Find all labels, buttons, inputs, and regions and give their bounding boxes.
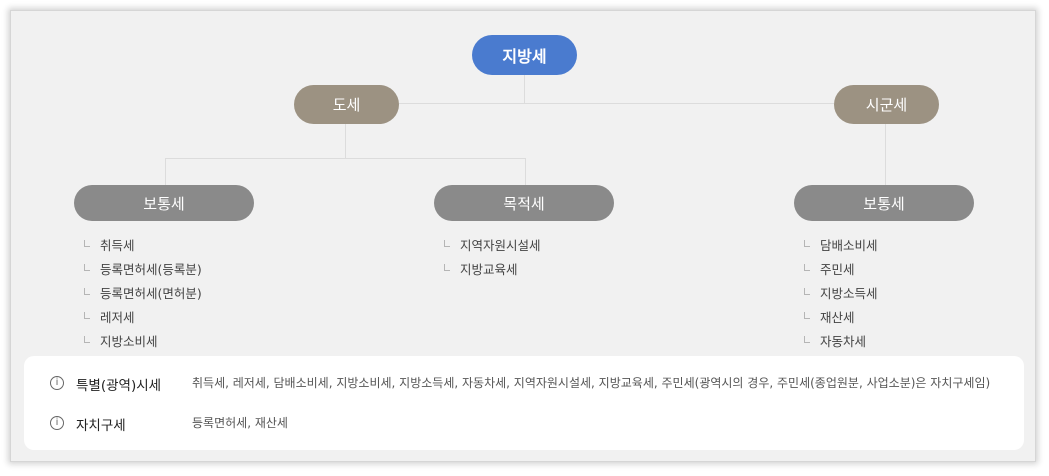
info-icon: i (50, 416, 64, 430)
list-item: 담배소비세 (804, 234, 878, 258)
list-item: 지방교육세 (444, 258, 541, 282)
list-item: 등록면허세(등록분) (84, 258, 202, 282)
list-item: 취득세 (84, 234, 202, 258)
note-description: 등록면허세, 재산세 (192, 416, 288, 430)
note-description: 취득세, 레저세, 담배소비세, 지방소비세, 지방소득세, 자동차세, 지역자… (192, 376, 991, 390)
connector-provincial-down (345, 124, 346, 158)
list-item: 자동차세 (804, 330, 878, 354)
list-item: 레저세 (84, 306, 202, 330)
node-local-tax: 지방세 (472, 35, 577, 75)
provincial-purpose-list: 지역자원시설세 지방교육세 (444, 234, 541, 282)
note-label: 자치구세 (76, 418, 126, 434)
connector-horizontal-top (398, 103, 834, 104)
connector-root-down (524, 74, 525, 104)
node-provincial-purpose-tax: 목적세 (434, 185, 614, 221)
node-municipal-ordinary-tax: 보통세 (794, 185, 974, 221)
list-item: 지방소비세 (84, 330, 202, 354)
list-item: 지방소득세 (804, 282, 878, 306)
connector-ordinary-left-down (165, 158, 166, 185)
connector-purpose-down (525, 158, 526, 185)
connector-horizontal-provincial (165, 158, 526, 159)
list-item: 재산세 (804, 306, 878, 330)
municipal-ordinary-list: 담배소비세 주민세 지방소득세 재산세 자동차세 (804, 234, 878, 354)
node-municipal-tax: 시군세 (834, 85, 939, 124)
list-item: 등록면허세(면허분) (84, 282, 202, 306)
connector-municipal-down (885, 124, 886, 185)
info-icon: i (50, 376, 64, 390)
node-provincial-tax: 도세 (294, 85, 399, 124)
node-provincial-ordinary-tax: 보통세 (74, 185, 254, 221)
notes-box: i 특별(광역)시세 취득세, 레저세, 담배소비세, 지방소비세, 지방소득세… (24, 356, 1024, 450)
list-item: 지역자원시설세 (444, 234, 541, 258)
provincial-ordinary-list: 취득세 등록면허세(등록분) 등록면허세(면허분) 레저세 지방소비세 (84, 234, 202, 354)
list-item: 주민세 (804, 258, 878, 282)
note-label: 특별(광역)시세 (76, 378, 162, 394)
